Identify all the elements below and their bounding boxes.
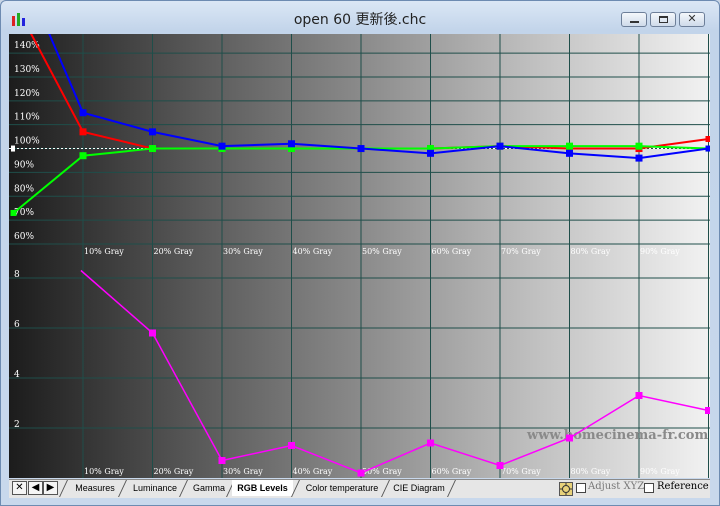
data-point <box>566 142 573 150</box>
reference-checkbox[interactable] <box>644 483 654 493</box>
y-tick-label: 90% <box>14 160 34 170</box>
y-tick-label: 120% <box>14 89 40 99</box>
adjust-xyz-icon[interactable] <box>559 481 573 500</box>
x-tick-label: 10% Gray <box>84 467 124 476</box>
chart-area: 140% 130% 120% 110% 100% 90% 80% 70% 60% 10% Gray… <box>9 34 710 478</box>
x-tick-label: 70% Gray <box>501 467 541 476</box>
data-point <box>496 462 504 469</box>
y-tick-label: 110% <box>14 113 40 123</box>
x-tick-label: 30% Gray <box>223 467 263 476</box>
series-red <box>30 34 710 153</box>
data-point <box>635 154 643 162</box>
title-bar: open 60 更新後.chc ✕ <box>1 1 719 31</box>
x-tick-label: 60% Gray <box>432 247 472 256</box>
data-point <box>79 128 87 136</box>
x-tick-label: 50% Gray <box>362 467 402 476</box>
data-point <box>566 149 573 157</box>
tab-rgb-levels[interactable]: RGB Levels <box>232 480 293 496</box>
minimize-button[interactable] <box>621 12 647 27</box>
data-point <box>427 439 434 447</box>
data-point <box>635 142 643 150</box>
x-tick-label: 70% Gray <box>501 247 541 256</box>
y-tick-label: 80% <box>14 184 34 194</box>
data-point <box>149 128 156 136</box>
data-point <box>635 392 643 399</box>
data-point <box>79 109 87 117</box>
y-tick-label: 6 <box>14 320 20 330</box>
watermark-text: www.homecinema-fr.com <box>526 428 708 443</box>
reference-marker <box>11 145 15 152</box>
data-point <box>705 136 710 142</box>
tab-measures[interactable]: Measures <box>67 480 123 496</box>
data-point <box>288 140 295 148</box>
tab-color-temperature[interactable]: Color temperature <box>299 480 385 496</box>
x-tick-label: 20% Gray <box>154 467 194 476</box>
y-tick-label: 100% <box>14 137 40 147</box>
close-window-button[interactable]: ✕ <box>679 12 705 27</box>
data-point <box>427 149 434 157</box>
y-tick-label: 4 <box>14 370 20 380</box>
data-point <box>218 142 226 150</box>
data-point <box>357 145 365 153</box>
x-tick-label: 30% Gray <box>223 247 263 256</box>
maximize-button[interactable] <box>650 12 676 27</box>
prev-tab-button[interactable]: ◀ <box>28 481 43 495</box>
tab-luminance[interactable]: Luminance <box>126 480 184 496</box>
x-tick-label: 40% Gray <box>293 467 333 476</box>
data-point <box>566 434 573 442</box>
x-tick-label: 50% Gray <box>362 247 402 256</box>
data-point <box>496 142 504 150</box>
data-point <box>10 209 17 216</box>
data-point <box>705 145 710 152</box>
y-tick-label: 130% <box>14 65 40 75</box>
series-green <box>10 142 710 216</box>
data-point <box>705 407 710 414</box>
data-point <box>218 457 226 464</box>
x-tick-label: 90% Gray <box>640 247 680 256</box>
data-point <box>79 152 87 160</box>
reference-label: Reference <box>657 481 709 492</box>
x-tick-label: 90% Gray <box>640 467 680 476</box>
series-delta-e <box>80 269 710 477</box>
tab-bar: ✕ ◀ ▶ Measures Luminance Gamma RGB Level… <box>9 479 710 498</box>
next-tab-button[interactable]: ▶ <box>43 481 58 495</box>
tab-gamma[interactable]: Gamma <box>187 480 231 496</box>
data-point <box>149 145 156 153</box>
adjust-xyz-checkbox[interactable] <box>576 483 586 493</box>
y-tick-label: 2 <box>14 420 20 430</box>
app-window: open 60 更新後.chc ✕ 140% 130% 120% 110% 100% 90… <box>0 0 720 506</box>
y-tick-label: 60% <box>14 232 34 242</box>
x-tick-label: 20% Gray <box>154 247 194 256</box>
close-icon: ✕ <box>687 12 697 25</box>
adjust-xyz-label: Adjust XYZ <box>588 481 645 492</box>
x-tick-label: 40% Gray <box>293 247 333 256</box>
y-tick-label: 8 <box>14 270 20 280</box>
x-tick-label: 80% Gray <box>571 467 611 476</box>
x-tick-label: 10% Gray <box>84 247 124 256</box>
tab-cie-diagram[interactable]: CIE Diagram <box>389 480 449 496</box>
data-point <box>357 469 365 477</box>
window-title: open 60 更新後.chc <box>293 12 427 28</box>
x-tick-label: 80% Gray <box>571 247 611 256</box>
close-tab-button[interactable]: ✕ <box>12 481 27 495</box>
data-point <box>149 329 156 337</box>
data-point <box>288 442 295 449</box>
x-tick-label: 60% Gray <box>432 467 472 476</box>
rgb-levels-chart: 140%130%120%110%100%90%80%70%60%10% Gray… <box>9 34 710 478</box>
